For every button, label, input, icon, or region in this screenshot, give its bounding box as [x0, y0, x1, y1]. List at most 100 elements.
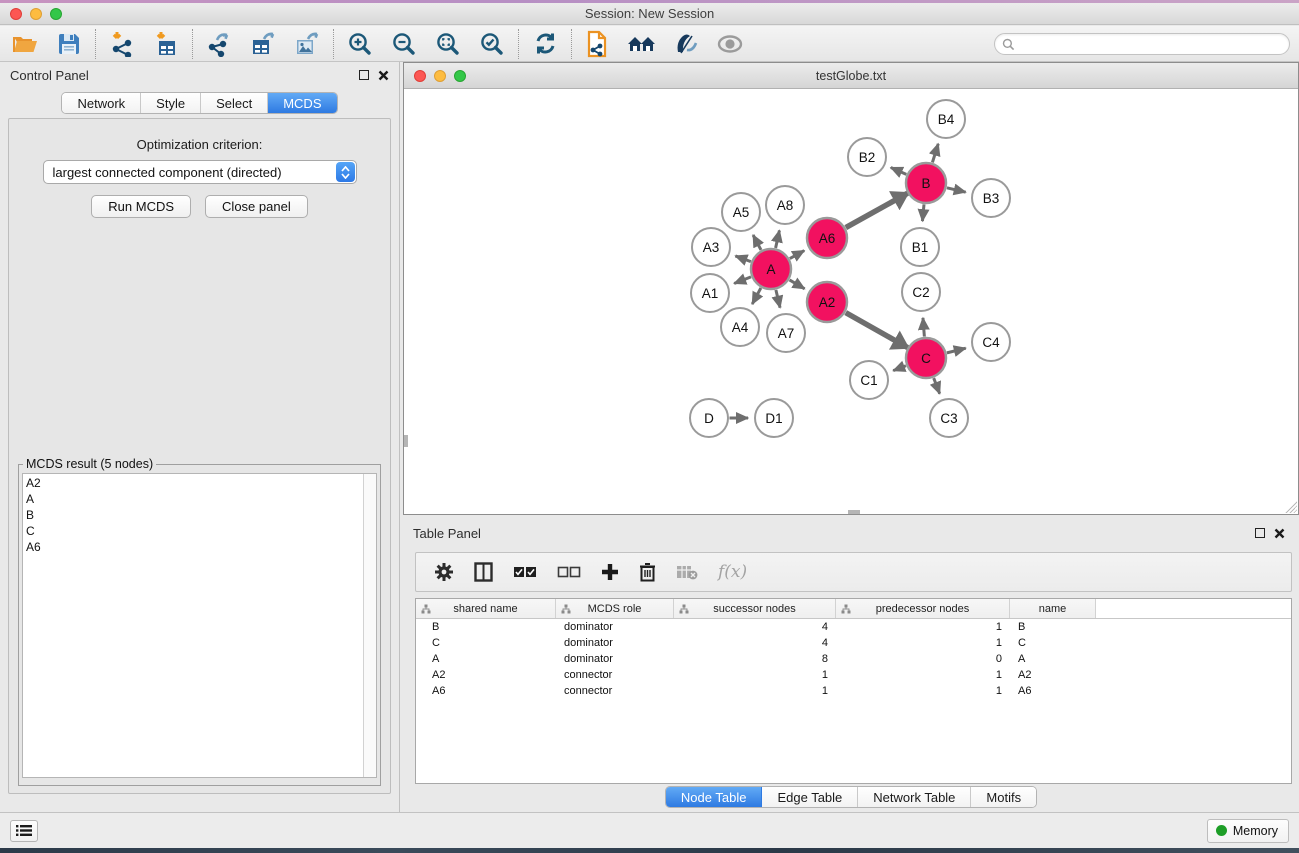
graphics-details-button[interactable] — [669, 28, 703, 60]
node-B[interactable]: B — [906, 163, 946, 203]
column-header-name[interactable]: name — [1010, 599, 1096, 618]
table-settings-button[interactable] — [434, 562, 454, 582]
table-cell[interactable]: 1 — [836, 635, 1010, 651]
table-cell[interactable]: A2 — [416, 667, 556, 683]
table-row[interactable]: Cdominator41C — [416, 635, 1291, 651]
edge-B-B2[interactable] — [891, 167, 907, 174]
table-cell[interactable]: connector — [556, 667, 674, 683]
tab-select[interactable]: Select — [201, 93, 268, 113]
home-button[interactable] — [625, 28, 659, 60]
node-A5[interactable]: A5 — [722, 193, 760, 231]
mcds-result-list[interactable]: A2ABCA6 — [22, 473, 377, 778]
result-list-item[interactable]: A — [26, 491, 376, 507]
table-cell[interactable]: connector — [556, 683, 674, 699]
export-table-button[interactable] — [246, 28, 280, 60]
node-D[interactable]: D — [690, 399, 728, 437]
node-B2[interactable]: B2 — [848, 138, 886, 176]
table-cell[interactable]: 1 — [674, 667, 836, 683]
node-D1[interactable]: D1 — [755, 399, 793, 437]
table-row[interactable]: Bdominator41B — [416, 619, 1291, 635]
close-table-panel-icon[interactable] — [1274, 528, 1285, 539]
import-network-button[interactable] — [105, 28, 139, 60]
import-table-button[interactable] — [149, 28, 183, 60]
deselect-all-button[interactable] — [557, 566, 581, 579]
node-A1[interactable]: A1 — [691, 274, 729, 312]
edge-B-B1[interactable] — [922, 204, 924, 221]
node-table[interactable]: shared nameMCDS rolesuccessor nodesprede… — [415, 598, 1292, 784]
node-C1[interactable]: C1 — [850, 361, 888, 399]
close-panel-icon[interactable] — [378, 70, 389, 81]
node-C[interactable]: C — [906, 338, 946, 378]
table-cell[interactable]: B — [1010, 619, 1096, 635]
edge-C-C1[interactable] — [893, 366, 906, 371]
zoom-out-button[interactable] — [387, 28, 421, 60]
float-panel-icon[interactable] — [359, 70, 369, 80]
table-row[interactable]: A2connector11A2 — [416, 667, 1291, 683]
close-panel-button[interactable]: Close panel — [205, 195, 308, 218]
table-cell[interactable]: 4 — [674, 635, 836, 651]
table-cell[interactable]: A6 — [416, 683, 556, 699]
network-canvas[interactable]: AA1A2A3A4A5A6A7A8BB1B2B3B4CC1C2C3C4DD1 — [404, 89, 1298, 514]
apply-layout-button[interactable] — [528, 28, 562, 60]
tab-network[interactable]: Network — [62, 93, 141, 113]
edge-A-A7[interactable] — [776, 290, 780, 308]
table-cell[interactable]: 8 — [674, 651, 836, 667]
hide-details-button[interactable] — [713, 28, 747, 60]
zoom-fit-button[interactable] — [431, 28, 465, 60]
table-cell[interactable]: A — [416, 651, 556, 667]
result-list-scrollbar[interactable] — [363, 474, 376, 777]
node-A7[interactable]: A7 — [767, 314, 805, 352]
delete-column-button[interactable] — [639, 562, 656, 582]
memory-button[interactable]: Memory — [1207, 819, 1289, 843]
criterion-dropdown[interactable]: largest connected component (directed) — [43, 160, 357, 184]
edge-A-A1[interactable] — [734, 277, 751, 284]
edge-C-C2[interactable] — [923, 318, 924, 337]
column-header-successor-nodes[interactable]: successor nodes — [674, 599, 836, 618]
canvas-left-scroll-tick[interactable] — [404, 435, 408, 447]
tab-node-table[interactable]: Node Table — [666, 787, 763, 807]
table-cell[interactable]: dominator — [556, 619, 674, 635]
export-image-button[interactable] — [290, 28, 324, 60]
table-cell[interactable]: A2 — [1010, 667, 1096, 683]
float-table-panel-icon[interactable] — [1255, 528, 1265, 538]
node-A3[interactable]: A3 — [692, 228, 730, 266]
column-header-predecessor-nodes[interactable]: predecessor nodes — [836, 599, 1010, 618]
column-header-shared-name[interactable]: shared name — [416, 599, 556, 618]
save-session-button[interactable] — [52, 28, 86, 60]
node-A[interactable]: A — [751, 249, 791, 289]
task-history-button[interactable] — [10, 820, 38, 842]
edge-A2-C[interactable] — [846, 313, 908, 348]
node-B1[interactable]: B1 — [901, 228, 939, 266]
node-B3[interactable]: B3 — [972, 179, 1010, 217]
create-column-button[interactable] — [601, 563, 619, 581]
edge-A-A2[interactable] — [790, 280, 805, 289]
table-cell[interactable]: 1 — [836, 667, 1010, 683]
table-cell[interactable]: A — [1010, 651, 1096, 667]
run-mcds-button[interactable]: Run MCDS — [91, 195, 191, 218]
table-row[interactable]: Adominator80A — [416, 651, 1291, 667]
table-cell[interactable]: C — [1010, 635, 1096, 651]
table-cell[interactable]: A6 — [1010, 683, 1096, 699]
result-list-item[interactable]: A2 — [26, 475, 376, 491]
window-resize-grip[interactable] — [1284, 500, 1297, 513]
edge-A6-B[interactable] — [846, 193, 908, 227]
table-cell[interactable]: 0 — [836, 651, 1010, 667]
table-cell[interactable]: 1 — [836, 683, 1010, 699]
edge-A-A3[interactable] — [735, 256, 750, 262]
table-cell[interactable]: C — [416, 635, 556, 651]
edge-A-A4[interactable] — [752, 288, 761, 304]
node-C4[interactable]: C4 — [972, 323, 1010, 361]
table-cell[interactable]: 4 — [674, 619, 836, 635]
result-list-item[interactable]: C — [26, 523, 376, 539]
search-field[interactable] — [994, 33, 1290, 55]
canvas-bottom-scroll-tick[interactable] — [848, 510, 860, 514]
node-C2[interactable]: C2 — [902, 273, 940, 311]
tab-mcds[interactable]: MCDS — [268, 93, 336, 113]
result-list-item[interactable]: B — [26, 507, 376, 523]
table-cell[interactable]: dominator — [556, 651, 674, 667]
result-list-item[interactable]: A6 — [26, 539, 376, 555]
export-network-button[interactable] — [202, 28, 236, 60]
node-C3[interactable]: C3 — [930, 399, 968, 437]
network-window-titlebar[interactable]: testGlobe.txt — [404, 63, 1298, 89]
search-input[interactable] — [1015, 37, 1289, 51]
